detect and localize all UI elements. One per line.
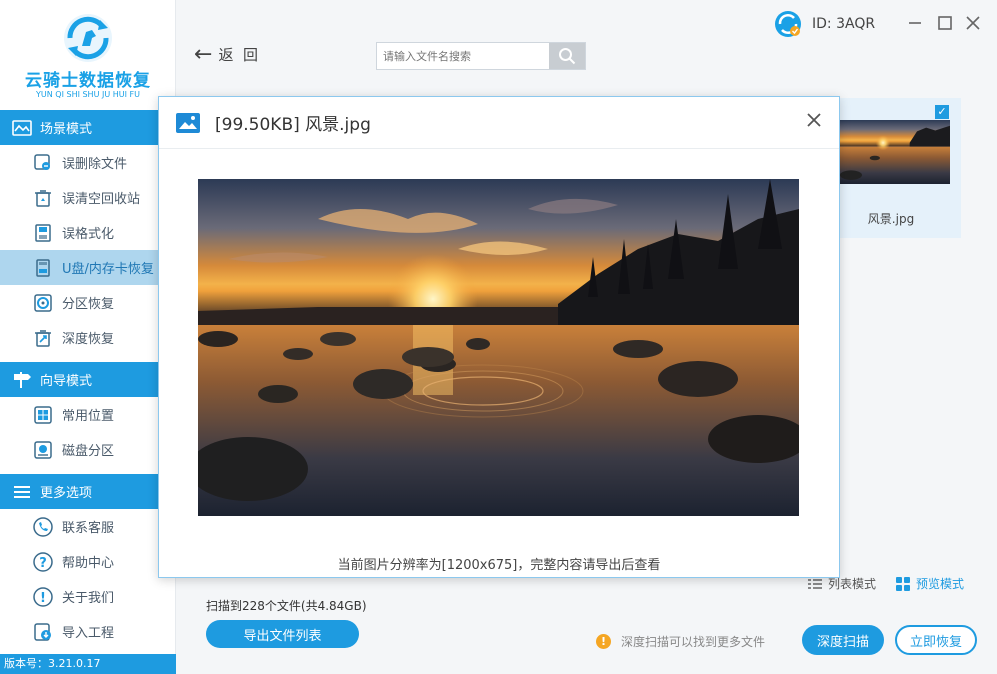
deep-recover-icon [33,328,53,348]
image-file-icon [176,112,200,133]
file-name: 风景.jpg [867,212,915,226]
app-logo: 云骑士数据恢复 YUN QI SHI SHU JU HUI FU [0,0,176,110]
sidebar-item-usb-card[interactable]: U盘/内存卡恢复 [0,250,176,285]
section-label: 场景模式 [40,122,93,137]
svg-text:?: ? [39,556,47,571]
minimize-icon [909,22,921,24]
version-label: 版本号：3.21.0.17 [0,654,176,674]
signpost-icon [12,371,32,389]
scene-icon [12,119,32,137]
dialog-title: [99.50KB] 风景.jpg [215,115,371,135]
preview-image [198,179,799,516]
dialog-header: [99.50KB] 风景.jpg [159,97,839,149]
user-avatar-icon [775,11,801,37]
preview-mode-toggle[interactable]: 预览模式 [896,575,964,592]
partition-icon [33,293,53,313]
dialog-close-button[interactable] [803,111,825,133]
user-id: ID: 3AQR [812,16,876,32]
close-icon [807,113,821,127]
sidebar-item-about[interactable]: ! 关于我们 [0,579,176,614]
search-icon [559,48,576,65]
sidebar-item-label: 分区恢复 [62,297,115,312]
sidebar-item-common-locations[interactable]: 常用位置 [0,397,176,432]
sidebar-item-label: 误格式化 [62,227,115,242]
file-card[interactable]: ✓ 风景.jpg [834,98,961,238]
preview-mode-label: 预览模式 [916,577,965,591]
sidebar: 云骑士数据恢复 YUN QI SHI SHU JU HUI FU 场景模式 误删… [0,0,184,674]
close-window-button[interactable] [964,14,982,32]
windows-location-icon [33,405,53,425]
app-subtitle: YUN QI SHI SHU JU HUI FU [36,90,140,99]
sidebar-item-label: U盘/内存卡恢复 [62,262,154,277]
section-label: 向导模式 [40,374,93,389]
phone-icon [33,516,53,537]
section-more-options[interactable]: 更多选项 [0,474,184,509]
sidebar-item-label: 帮助中心 [62,556,115,571]
deep-scan-tip: ! 深度扫描可以找到更多文件 [596,633,765,650]
disk-partition-icon [33,440,53,460]
sidebar-item-label: 深度恢复 [62,332,115,347]
import-icon [33,622,53,642]
sidebar-item-label: 关于我们 [62,591,115,606]
section-label: 更多选项 [40,486,93,501]
recycle-bin-icon [33,188,53,208]
sidebar-item-label: 导入工程 [62,626,115,641]
search-button[interactable] [549,43,585,69]
sidebar-item-label: 误删除文件 [62,157,128,172]
sidebar-item-import[interactable]: 导入工程 [0,614,176,649]
section-scene-mode[interactable]: 场景模式 [0,110,184,145]
sidebar-item-partition[interactable]: 分区恢复 [0,285,176,320]
sidebar-item-disk-partition[interactable]: 磁盘分区 [0,432,176,467]
maximize-icon [938,16,952,30]
sidebar-item-label: 联系客服 [62,521,115,536]
user-account[interactable]: ID: 3AQR [774,10,875,38]
minimize-button[interactable] [906,14,924,32]
sidebar-item-deleted-files[interactable]: 误删除文件 [0,145,176,180]
section-guide-mode[interactable]: 向导模式 [0,362,184,397]
scan-summary: 扫描到228个文件(共4.84GB) [206,599,367,613]
usb-card-icon [33,258,53,278]
knight-logo-icon [64,14,112,62]
sidebar-item-deep-recover[interactable]: 深度恢复 [0,320,176,355]
back-label: 返 回 [218,46,258,64]
app-title: 云骑士数据恢复 [25,71,151,91]
help-icon: ? [33,551,53,572]
tip-text: 深度扫描可以找到更多文件 [621,635,766,649]
sidebar-item-help[interactable]: ? 帮助中心 [0,544,176,579]
deleted-file-icon [33,153,53,173]
format-icon [33,223,53,243]
sidebar-item-label: 常用位置 [62,409,115,424]
recover-now-button[interactable]: 立即恢复 [895,625,977,655]
sidebar-item-label: 误清空回收站 [62,192,141,207]
menu-icon [12,483,32,501]
close-icon [966,16,980,30]
resolution-note: 当前图片分辨率为[1200x675]，完整内容请导出后查看 [337,558,661,573]
image-preview-dialog: [99.50KB] 风景.jpg 当前图片分辨率为[1200x675]，完整内容… [158,96,840,578]
list-icon [808,578,822,589]
warning-icon: ! [596,634,611,649]
sidebar-item-contact[interactable]: 联系客服 [0,509,176,544]
sidebar-item-label: 磁盘分区 [62,444,115,459]
maximize-button[interactable] [936,14,954,32]
file-thumbnail [840,120,950,184]
deep-scan-button[interactable]: 深度扫描 [802,625,884,655]
search-box [376,42,586,70]
back-button[interactable]: ← 返 回 [194,41,258,67]
search-input[interactable] [377,43,549,69]
arrow-left-icon: ← [194,41,213,67]
sidebar-item-recycle-bin[interactable]: 误清空回收站 [0,180,176,215]
export-list-button[interactable]: 导出文件列表 [206,620,359,648]
file-checkbox[interactable]: ✓ [935,105,949,119]
svg-text:!: ! [40,591,46,606]
sidebar-item-format[interactable]: 误格式化 [0,215,176,250]
info-icon: ! [33,586,53,607]
grid-icon [896,576,910,591]
